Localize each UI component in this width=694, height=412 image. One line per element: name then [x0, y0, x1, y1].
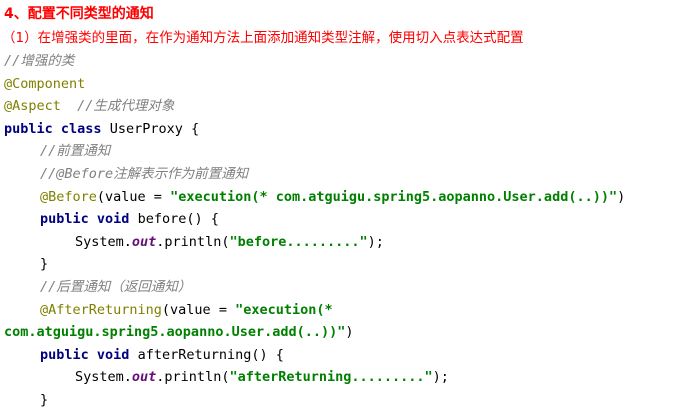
annotation-close: )	[617, 188, 626, 205]
code-line-component: @Component	[0, 73, 694, 96]
out-field: out	[131, 369, 157, 386]
code-block: //增强的类 @Component @Aspect //生成代理对象 publi…	[0, 50, 694, 412]
code-line-after-returning-expression: com.atguigu.spring5.aopanno.User.add(..)…	[0, 321, 694, 344]
annotation-close: )	[345, 324, 354, 341]
step-description: （1）在增强类的里面，在作为通知方法上面添加通知类型注解，使用切入点表达式配置	[2, 30, 524, 46]
section-heading: 4、配置不同类型的通知	[4, 6, 154, 22]
statement-end: );	[367, 233, 384, 250]
keyword-public: public	[4, 120, 53, 137]
string-literal: "afterReturning........."	[229, 369, 433, 386]
keyword-public: public	[40, 346, 89, 363]
component-annotation: @Component	[4, 75, 86, 92]
system-class: System.	[75, 233, 132, 250]
code-comment: //后置通知（返回通知）	[40, 278, 192, 295]
system-class: System.	[75, 369, 132, 386]
code-line-before-method: public void before() {	[0, 208, 694, 231]
code-line-before-comment: //前置通知	[0, 140, 694, 163]
after-returning-annotation: @AfterReturning	[40, 301, 162, 318]
println-call: .println(	[156, 369, 230, 386]
keyword-public: public	[40, 211, 89, 228]
println-call: .println(	[156, 233, 230, 250]
string-literal: "before........."	[229, 233, 368, 250]
closing-brace: }	[40, 256, 49, 273]
code-line-before-println: System.out.println("before.........");	[0, 231, 694, 254]
out-field: out	[131, 233, 157, 250]
before-annotation: @Before	[40, 188, 97, 205]
code-comment: //@Before注解表示作为前置通知	[40, 165, 249, 182]
code-line-after-returning-println: System.out.println("afterReturning......…	[0, 366, 694, 389]
code-line-after-returning-comment: //后置通知（返回通知）	[0, 276, 694, 299]
method-signature: afterReturning() {	[129, 346, 284, 363]
code-line-aspect: @Aspect //生成代理对象	[0, 95, 694, 118]
code-line-after-returning-method: public void afterReturning() {	[0, 344, 694, 367]
code-comment: //生成代理对象	[77, 98, 175, 115]
keyword-void: void	[96, 211, 130, 228]
code-line-after-returning-close: }	[0, 389, 694, 412]
statement-end: );	[432, 369, 449, 386]
code-line-enhanced-class-comment: //增强的类	[0, 50, 694, 73]
closing-brace: }	[40, 391, 49, 408]
code-line-before-close: }	[0, 253, 694, 276]
keyword-void: void	[96, 346, 130, 363]
code-comment: //增强的类	[4, 53, 75, 69]
code-line-before-annotation: @Before(value = "execution(* com.atguigu…	[0, 186, 694, 209]
pointcut-expression: "execution(* com.atguigu.spring5.aopanno…	[170, 188, 618, 205]
code-comment: //前置通知	[40, 143, 111, 160]
class-name: UserProxy {	[101, 120, 200, 137]
annotation-args: (value =	[96, 188, 171, 205]
code-line-after-returning-annotation: @AfterReturning(value = "execution(*	[0, 299, 694, 322]
code-line-class-declaration: public class UserProxy {	[0, 118, 694, 141]
annotation-args: (value =	[161, 301, 236, 318]
aspect-annotation: @Aspect	[4, 98, 61, 115]
keyword-class: class	[60, 120, 102, 137]
pointcut-expression-end: com.atguigu.spring5.aopanno.User.add(..)…	[4, 324, 346, 341]
code-line-before-annotation-comment: //@Before注解表示作为前置通知	[0, 163, 694, 186]
pointcut-expression-start: "execution(*	[235, 301, 333, 318]
document-page: 4、配置不同类型的通知 （1）在增强类的里面，在作为通知方法上面添加通知类型注解…	[0, 0, 694, 410]
method-signature: before() {	[129, 211, 219, 228]
